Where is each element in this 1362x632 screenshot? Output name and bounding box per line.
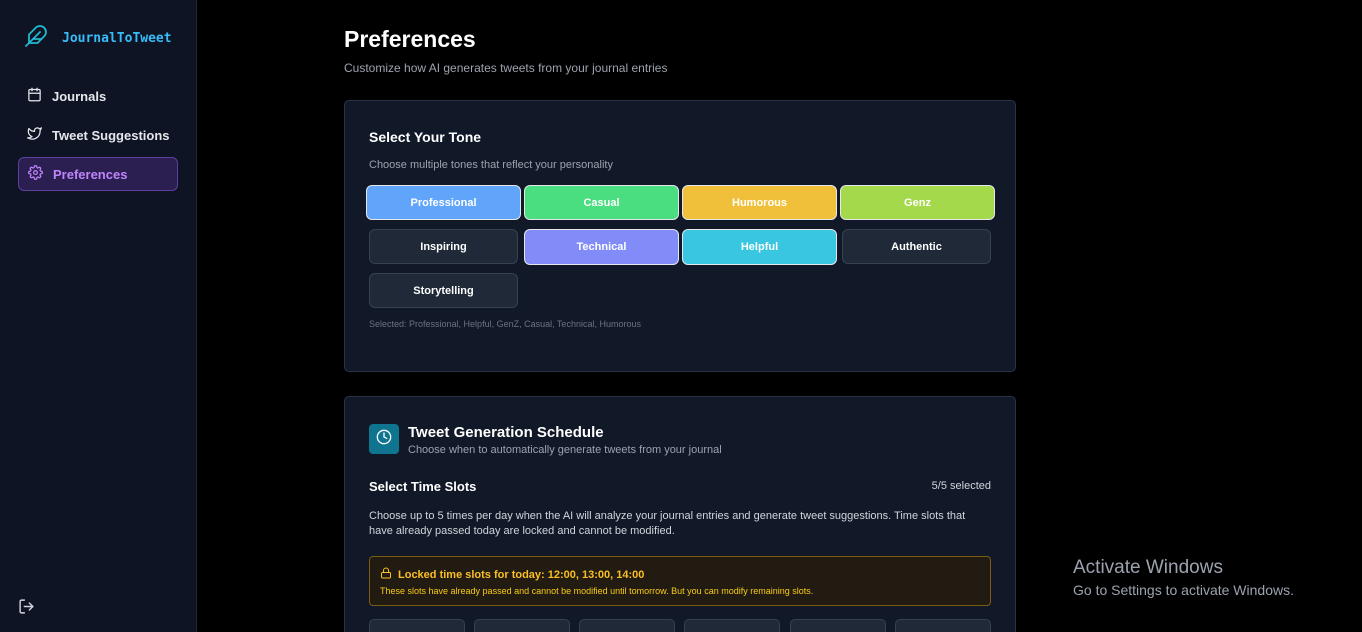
schedule-subtitle: Choose when to automatically generate tw…	[408, 444, 722, 456]
time-slot[interactable]	[895, 619, 991, 632]
logout-icon	[18, 599, 35, 619]
gear-icon	[28, 165, 43, 183]
page-subtitle: Customize how AI generates tweets from y…	[344, 61, 668, 75]
logout-button[interactable]	[18, 598, 35, 620]
sidebar-item-journals[interactable]: Journals	[18, 79, 178, 113]
tone-title: Select Your Tone	[369, 129, 482, 145]
time-slot[interactable]	[579, 619, 675, 632]
selected-tones-text: Selected: Professional, Helpful, GenZ, C…	[369, 319, 641, 329]
twitter-icon	[27, 126, 42, 144]
locked-header: Locked time slots for today: 12:00, 13:0…	[380, 567, 644, 582]
app-name: JournalToTweet	[62, 31, 172, 46]
schedule-card: Tweet Generation Schedule Choose when to…	[344, 396, 1016, 632]
tone-option-humorous[interactable]: Humorous	[682, 185, 837, 220]
lock-icon	[380, 567, 392, 582]
sidebar-item-label: Preferences	[53, 166, 128, 182]
page-title: Preferences	[344, 26, 476, 52]
sidebar: JournalToTweet Journals Tweet Suggestion…	[0, 0, 197, 632]
locked-note: These slots have already passed and cann…	[380, 586, 814, 596]
time-slot[interactable]	[684, 619, 780, 632]
time-slots-description: Choose up to 5 times per day when the AI…	[369, 510, 966, 537]
tone-option-storytelling[interactable]: Storytelling	[369, 273, 518, 308]
tone-option-genz[interactable]: Genz	[840, 185, 995, 220]
locked-slots-notice: Locked time slots for today: 12:00, 13:0…	[369, 556, 991, 606]
sidebar-item-label: Tweet Suggestions	[52, 127, 170, 143]
tone-option-casual[interactable]: Casual	[524, 185, 679, 220]
time-slots-title: Select Time Slots	[369, 479, 477, 494]
tone-option-technical[interactable]: Technical	[524, 229, 679, 265]
clock-icon	[376, 429, 392, 450]
watermark-line2: Go to Settings to activate Windows.	[1073, 582, 1294, 598]
sidebar-item-label: Journals	[52, 88, 107, 104]
tone-option-inspiring[interactable]: Inspiring	[369, 229, 518, 264]
watermark-line1: Activate Windows	[1073, 557, 1223, 578]
tone-description: Choose multiple tones that reflect your …	[369, 159, 613, 171]
time-slot[interactable]	[790, 619, 886, 632]
time-slot[interactable]	[369, 619, 465, 632]
sidebar-item-preferences[interactable]: Preferences	[18, 157, 178, 191]
feather-icon	[24, 24, 48, 53]
tone-option-authentic[interactable]: Authentic	[842, 229, 991, 264]
time-slot[interactable]	[474, 619, 570, 632]
sidebar-item-tweet-suggestions[interactable]: Tweet Suggestions	[18, 118, 178, 152]
time-slots-count: 5/5 selected	[931, 480, 991, 492]
app-root: JournalToTweet Journals Tweet Suggestion…	[0, 0, 1362, 632]
locked-title: Locked time slots for today: 12:00, 13:0…	[398, 568, 645, 581]
tone-card: Select Your Tone Choose multiple tones t…	[344, 100, 1016, 372]
schedule-title: Tweet Generation Schedule	[408, 424, 604, 441]
tone-option-professional[interactable]: Professional	[366, 185, 521, 220]
schedule-icon-box	[369, 424, 399, 454]
tone-option-helpful[interactable]: Helpful	[682, 229, 837, 265]
logo[interactable]: JournalToTweet	[24, 24, 172, 53]
calendar-icon	[27, 87, 42, 105]
windows-activation-watermark: Activate Windows Go to Settings to activ…	[1073, 557, 1294, 598]
